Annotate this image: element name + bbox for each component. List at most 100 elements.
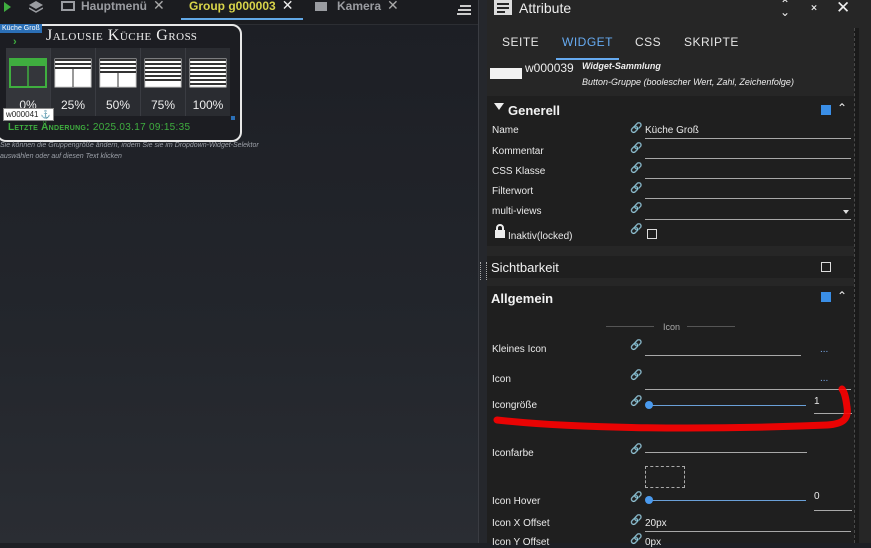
generell-checkbox[interactable] bbox=[821, 105, 831, 115]
widget-description: Button-Gruppe (boolescher Wert, Zahl, Ze… bbox=[582, 77, 794, 87]
section-generell-title[interactable]: Generell bbox=[508, 103, 560, 118]
link-icon[interactable]: 🔗 bbox=[630, 224, 642, 235]
button-label: 50% bbox=[105, 98, 131, 112]
iconfarbe-swatch[interactable] bbox=[645, 466, 685, 488]
last-change: Letzte Änderung: 2025.03.17 09:15:35 bbox=[8, 122, 190, 133]
button-label: 100% bbox=[192, 98, 224, 112]
link-icon[interactable]: 🔗 bbox=[630, 340, 642, 351]
tab-css[interactable]: CSS bbox=[635, 35, 661, 49]
link-icon[interactable]: 🔗 bbox=[630, 203, 642, 214]
button-label: 25% bbox=[60, 98, 86, 112]
tab-label: Hauptmenü bbox=[81, 0, 147, 13]
button-0-percent[interactable]: 0% bbox=[6, 48, 51, 116]
kleines-icon-field[interactable] bbox=[645, 355, 801, 356]
view-tab-bar: Hauptmenü ✕ Group g000003 ✕ Kamera ✕ bbox=[0, 0, 480, 25]
icon-hover-value[interactable]: 0 bbox=[814, 491, 820, 502]
button-75-percent[interactable]: 75% bbox=[141, 48, 186, 116]
layers-icon[interactable] bbox=[28, 0, 44, 18]
tab-widget-label: WIDGET bbox=[562, 35, 613, 49]
button-100-percent[interactable]: 100% bbox=[186, 48, 230, 116]
jalousie-open-icon bbox=[9, 58, 47, 88]
inaktiv-checkbox[interactable] bbox=[647, 229, 657, 239]
link-icon[interactable]: 🔗 bbox=[630, 183, 642, 194]
link-icon[interactable]: 🔗 bbox=[630, 534, 642, 545]
name-label: Name bbox=[492, 125, 519, 136]
link-icon[interactable]: 🔗 bbox=[630, 123, 642, 134]
tab-skripte[interactable]: SKRIPTE bbox=[684, 35, 739, 49]
widget-id-label: w000039 bbox=[525, 61, 574, 75]
tab-hauptmenue[interactable]: Hauptmenü ✕ bbox=[61, 0, 165, 22]
group-label-icon: Icon bbox=[663, 322, 681, 332]
close-icon[interactable]: ✕ bbox=[387, 0, 399, 13]
section-sichtbarkeit-title[interactable]: Sichtbarkeit bbox=[491, 260, 559, 275]
icon-label: Icon bbox=[492, 374, 511, 385]
icon-x-offset-label: Icon X Offset bbox=[492, 518, 550, 529]
chevron-up-down-icon[interactable]: ⌃ ⌄ bbox=[780, 0, 790, 18]
link-icon[interactable]: 🔗 bbox=[630, 515, 642, 526]
filterwort-field[interactable] bbox=[645, 198, 851, 199]
tab-widget[interactable]: WIDGET bbox=[556, 35, 619, 60]
close-panel-icon[interactable]: ✕ bbox=[836, 0, 850, 18]
filterwort-label: Filterwort bbox=[492, 186, 534, 197]
close-icon[interactable]: ✕ bbox=[153, 0, 165, 13]
dropdown-arrow-icon[interactable] bbox=[843, 210, 849, 214]
jalousie-50-icon bbox=[99, 58, 137, 88]
jalousie-closed-icon bbox=[189, 58, 227, 88]
monitor-icon bbox=[61, 1, 75, 11]
kommentar-field[interactable] bbox=[645, 158, 851, 159]
menu-icon[interactable] bbox=[457, 2, 471, 20]
multi-views-label: multi-views bbox=[492, 206, 542, 217]
kommentar-label: Kommentar bbox=[492, 146, 544, 157]
tab-group[interactable]: Group g000003 ✕ bbox=[181, 0, 304, 22]
anchor-icon: ⚓ bbox=[40, 110, 51, 119]
widget-type: Widget-Sammlung bbox=[582, 61, 661, 71]
list-icon bbox=[494, 0, 512, 20]
tab-label: Kamera bbox=[337, 0, 382, 13]
play-icon[interactable] bbox=[4, 2, 11, 12]
button-50-percent[interactable]: 50% bbox=[96, 48, 141, 116]
widget-id-badge[interactable]: w000041 ⚓ bbox=[3, 108, 54, 121]
last-change-label: Letzte Änderung: bbox=[8, 122, 90, 133]
group-size-hint[interactable]: Sie können die Gruppengröße ändern, inde… bbox=[0, 140, 260, 162]
css-klasse-field[interactable] bbox=[645, 178, 851, 179]
name-field[interactable]: Küche Groß bbox=[645, 125, 699, 136]
link-icon[interactable]: 🔗 bbox=[630, 370, 642, 381]
multi-views-select[interactable] bbox=[645, 219, 851, 220]
allgemein-checkbox[interactable] bbox=[821, 292, 831, 302]
link-icon[interactable]: 🔗 bbox=[630, 163, 642, 174]
tab-kamera[interactable]: Kamera ✕ bbox=[315, 0, 399, 22]
panel-scrollbar[interactable] bbox=[854, 28, 859, 543]
icon-picker[interactable]: ... bbox=[820, 373, 828, 384]
kleines-icon-picker[interactable]: ... bbox=[820, 344, 828, 355]
sichtbarkeit-checkbox[interactable] bbox=[821, 262, 831, 272]
button-group: 0% 25% 50% 75% 100% bbox=[6, 48, 230, 116]
button-25-percent[interactable]: 25% bbox=[51, 48, 96, 116]
close-icon[interactable]: ✕ bbox=[282, 0, 294, 13]
button-label: 75% bbox=[150, 98, 176, 112]
chevron-up-icon[interactable]: ⌃ bbox=[837, 289, 847, 303]
link-icon[interactable]: 🔗 bbox=[630, 444, 642, 455]
active-tab-underline bbox=[556, 58, 619, 60]
link-icon[interactable]: 🔗 bbox=[630, 143, 642, 154]
icon-hover-label: Icon Hover bbox=[492, 496, 541, 507]
tab-seite[interactable]: SEITE bbox=[502, 35, 539, 49]
icon-hover-slider[interactable] bbox=[648, 500, 806, 501]
icon-x-offset-field[interactable]: 20px bbox=[645, 518, 667, 529]
splitter-grip[interactable] bbox=[480, 262, 487, 280]
name-field-underline bbox=[645, 138, 851, 139]
kleines-icon-label: Kleines Icon bbox=[492, 344, 547, 355]
icon-hover-slider-knob[interactable] bbox=[645, 496, 653, 504]
section-allgemein-title[interactable]: Allgemein bbox=[491, 291, 553, 306]
link-icon[interactable]: 🔗 bbox=[630, 492, 642, 503]
panel-title: Attribute bbox=[519, 0, 572, 16]
collapse-icon[interactable]: ⌄ ⌃ bbox=[809, 0, 819, 18]
red-annotation-stroke bbox=[493, 385, 851, 432]
expand-chevron-icon[interactable]: › bbox=[13, 36, 17, 48]
iconfarbe-field[interactable] bbox=[645, 452, 807, 453]
resize-handle[interactable] bbox=[231, 116, 235, 120]
group-divider-left bbox=[606, 326, 654, 327]
widget-thumbnail bbox=[490, 68, 522, 79]
chevron-up-icon[interactable]: ⌃ bbox=[837, 101, 847, 115]
inaktiv-label: Inaktiv(locked) bbox=[508, 231, 573, 242]
icon-x-offset-underline bbox=[645, 531, 851, 532]
